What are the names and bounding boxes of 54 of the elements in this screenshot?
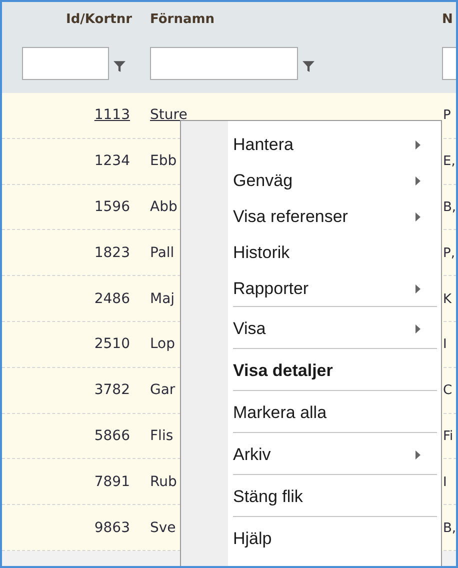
menu-item[interactable]: Visa detaljer (233, 351, 437, 391)
table-cell: 1113 (94, 107, 130, 124)
menu-item[interactable]: Visa referenser (233, 199, 437, 235)
filter-icon[interactable] (302, 60, 315, 73)
table-cell: P, (443, 246, 455, 261)
menu-item[interactable]: Hantera (233, 127, 437, 163)
table-cell: I (443, 474, 447, 490)
table-cell: Fi (443, 428, 454, 444)
table-cell: Flis (150, 428, 174, 444)
filter-field[interactable] (22, 47, 109, 80)
column-header[interactable]: Id/Kortnr (66, 12, 132, 32)
column-header[interactable]: Förnamn (150, 12, 215, 32)
table-cell: Maj (150, 290, 175, 307)
menu-item[interactable]: Hjälp (233, 519, 437, 559)
menu-item[interactable]: Rapporter (233, 271, 437, 307)
table-cell: 7891 (94, 474, 130, 490)
submenu-arrow-icon (415, 450, 421, 460)
menu-item[interactable]: Visa (233, 309, 437, 349)
table-cell: I (443, 337, 447, 352)
menu-item[interactable]: Stäng flik (233, 477, 437, 517)
table-cell: Rub (150, 474, 177, 490)
table-cell: 5866 (94, 428, 130, 444)
table-cell: K (443, 292, 452, 307)
table-cell: 2486 (94, 290, 130, 307)
table-cell: C (443, 383, 452, 398)
submenu-arrow-icon (415, 284, 421, 294)
table-cell: 2510 (94, 336, 130, 352)
table-cell: Ebb (150, 153, 177, 170)
table-cell: Gar (150, 382, 176, 398)
table-cell: Abb (150, 198, 178, 215)
table-cell: 1823 (94, 244, 130, 261)
table-cell: Sture (150, 107, 188, 124)
column-header[interactable]: N (442, 12, 453, 32)
submenu-arrow-icon (415, 176, 421, 186)
table-cell: 3782 (94, 382, 130, 398)
menu-item[interactable]: Arkiv (233, 435, 437, 475)
menu-item[interactable]: Historik (233, 235, 437, 271)
submenu-arrow-icon (415, 140, 421, 150)
table-cell: B, (443, 200, 456, 215)
table-cell: Pall (150, 244, 174, 261)
menu-item[interactable]: Genväg (233, 163, 437, 199)
table-cell: P (443, 108, 451, 124)
filter-field[interactable] (150, 47, 298, 80)
submenu-arrow-icon (415, 324, 421, 334)
submenu-arrow-icon (415, 212, 421, 222)
table-cell: 1234 (94, 153, 130, 170)
table-cell: 9863 (94, 520, 130, 536)
table-cell: 1596 (94, 198, 130, 215)
table-cell: Lop (150, 336, 176, 352)
table-cell: E, (443, 154, 456, 170)
table-cell: B, (443, 520, 456, 536)
filter-icon[interactable] (113, 60, 126, 73)
table-cell: Sve (150, 520, 176, 536)
menu-item[interactable]: Markera alla (233, 393, 437, 433)
